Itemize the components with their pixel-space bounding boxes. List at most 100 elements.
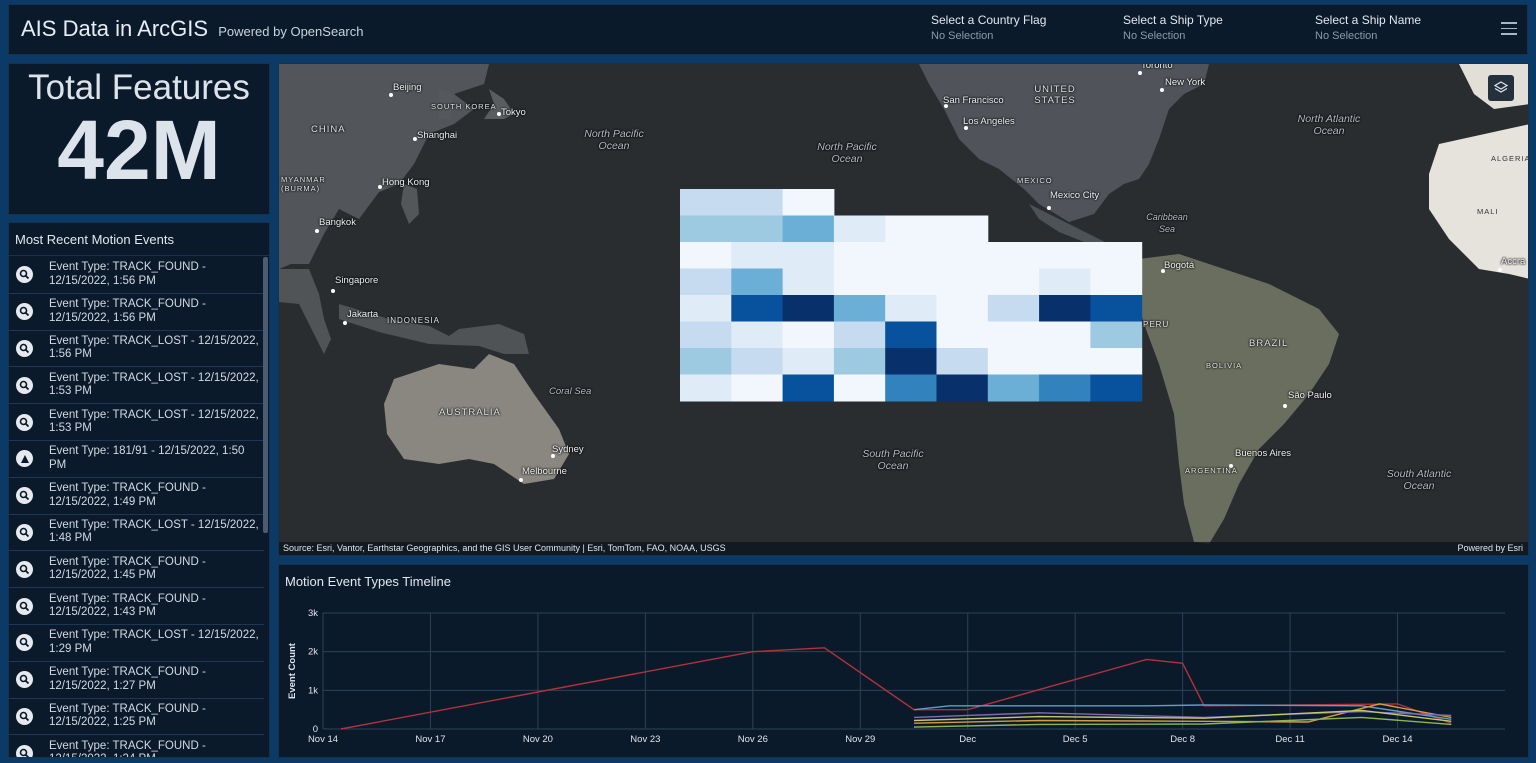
event-list-item[interactable]: Event Type: TRACK_FOUND - 12/15/2022, 1:… [9,735,264,757]
heatmap-cell[interactable] [833,242,886,269]
heatmap-cell[interactable] [680,321,732,349]
motion-events-list[interactable]: Event Type: TRACK_FOUND - 12/15/2022, 1:… [9,257,264,757]
search-icon [16,597,33,615]
map-label-accra: Accra [1501,256,1526,267]
heatmap-cell[interactable] [1090,242,1143,269]
country-flag-selector[interactable]: Select a Country Flag No Selection [931,13,1111,42]
heatmap-cell[interactable] [1039,321,1091,349]
heatmap-cell[interactable] [782,215,835,243]
event-list-item[interactable]: Event Type: TRACK_LOST - 12/15/2022, 1:5… [9,367,264,405]
event-list-item[interactable]: Event Type: TRACK_FOUND - 12/15/2022, 1:… [9,699,264,736]
heatmap-cell[interactable] [936,374,989,402]
event-list-item[interactable]: Event Type: TRACK_LOST - 12/15/2022, 1:5… [9,331,264,368]
heatmap-cell[interactable] [987,268,1040,296]
map-label-buenos-aires: Buenos Aires [1235,448,1291,459]
event-list-item[interactable]: Event Type: TRACK_FOUND - 12/15/2022, 1:… [9,551,264,589]
heatmap-cell[interactable] [936,348,989,375]
heatmap-cell[interactable] [1039,348,1091,375]
heatmap-cell[interactable] [833,215,886,243]
heatmap-cell[interactable] [987,295,1040,322]
hamburger-menu-icon[interactable] [1501,22,1517,36]
app-title-text: AIS Data in ArcGIS [21,16,209,41]
heatmap-cell[interactable] [1090,348,1143,375]
heatmap-cell[interactable] [731,295,784,322]
heatmap-cell[interactable] [987,321,1040,349]
heatmap-cell[interactable] [1090,321,1143,349]
heatmap-cell[interactable] [936,242,989,269]
heatmap-cell[interactable] [680,268,732,296]
heatmap-cell[interactable] [680,189,732,216]
heatmap-cell[interactable] [1090,295,1143,322]
event-list-item[interactable]: Event Type: TRACK_FOUND - 12/15/2022, 1:… [9,478,264,515]
heatmap-cell[interactable] [680,215,732,243]
heatmap-cell[interactable] [731,348,784,375]
heatmap-cell[interactable] [680,374,732,402]
app-header: AIS Data in ArcGIS Powered by OpenSearch… [8,4,1528,55]
ship-name-selector[interactable]: Select a Ship Name No Selection [1315,13,1495,42]
heatmap-cell[interactable] [885,348,937,375]
event-list-item[interactable]: Event Type: TRACK_FOUND - 12/15/2022, 1:… [9,662,264,699]
event-list-item[interactable]: Event Type: TRACK_FOUND - 12/15/2022, 1:… [9,257,264,294]
heatmap-cell[interactable] [936,268,989,296]
heatmap-cell[interactable] [885,374,937,402]
heatmap-cell[interactable] [782,189,835,216]
layers-button[interactable] [1488,75,1514,101]
heatmap-cell[interactable] [1039,374,1091,402]
heatmap-cell[interactable] [885,295,937,322]
heatmap-cell[interactable] [731,215,784,243]
heatmap-cell[interactable] [885,268,937,296]
heatmap-cell[interactable] [885,215,937,243]
heatmap-cell[interactable] [1039,268,1091,296]
heatmap-cell[interactable] [782,374,835,402]
search-icon [16,266,33,284]
heatmap-cell[interactable] [936,321,989,349]
search-icon [16,707,33,725]
heatmap-cell[interactable] [680,295,732,322]
heatmap-cell[interactable] [833,268,886,296]
heatmap-cell[interactable] [782,321,835,349]
heatmap-cell[interactable] [731,268,784,296]
heatmap-cell[interactable] [833,348,886,375]
map-label-united-states: UNITED STATES [1034,84,1076,106]
heatmap-cell[interactable] [987,374,1040,402]
heatmap-cell[interactable] [1090,268,1143,296]
heatmap-cell[interactable] [731,242,784,269]
heatmap-cell[interactable] [680,242,732,269]
heatmap-cell[interactable] [731,321,784,349]
heatmap-cell[interactable] [1039,295,1091,322]
heatmap-cell[interactable] [987,242,1040,269]
event-text: Event Type: TRACK_LOST - 12/15/2022, 1:5… [49,371,259,398]
map-label-melbourne: Melbourne [522,466,567,477]
event-list-item[interactable]: Event Type: TRACK_LOST - 12/15/2022, 1:5… [9,404,264,441]
heatmap-cell[interactable] [680,348,732,375]
heatmap-cell[interactable] [936,215,989,243]
event-list-item[interactable]: Event Type: TRACK_FOUND - 12/15/2022, 1:… [9,294,264,331]
heatmap-cell[interactable] [885,321,937,349]
heatmap-cell[interactable] [987,348,1040,375]
heatmap-cell[interactable] [833,295,886,322]
heatmap-cell[interactable] [885,242,937,269]
map-view[interactable]: Beijing SOUTH KOREA Tokyo CHINA Shanghai… [278,63,1529,556]
heatmap-cell[interactable] [731,374,784,402]
map-label-toronto: Toronto [1141,63,1173,71]
timeline-chart[interactable]: 01k2k3kNov 14 Nov 17 Nov 20 Nov 23 Nov 26 Nov… [279,595,1528,757]
event-list-item[interactable]: Event Type: TRACK_FOUND - 12/15/2022, 1:… [9,588,264,625]
heatmap-cell[interactable] [1090,374,1143,402]
event-list-item[interactable]: Event Type: 181/91 - 12/15/2022, 1:50 PM [9,441,264,478]
heatmap-cell[interactable] [782,268,835,296]
map-label-north-pacific-2: North Pacific Ocean [817,141,877,165]
event-list-item[interactable]: Event Type: TRACK_LOST - 12/15/2022, 1:4… [9,515,264,552]
heatmap-cell[interactable] [833,321,886,349]
heatmap-cell[interactable] [1039,242,1091,269]
heatmap-cell[interactable] [782,242,835,269]
map-label-indonesia: INDONESIA [387,316,441,325]
powered-by-esri[interactable]: Powered by Esri [1457,543,1523,553]
heatmap-cell[interactable] [731,189,784,216]
ship-type-selector[interactable]: Select a Ship Type No Selection [1123,13,1303,42]
event-list-item[interactable]: Event Type: TRACK_LOST - 12/15/2022, 1:2… [9,625,264,662]
heatmap-cell[interactable] [936,295,989,322]
heatmap-cell[interactable] [833,374,886,402]
heatmap-cell[interactable] [782,295,835,322]
events-scrollbar[interactable] [263,257,268,533]
heatmap-cell[interactable] [782,348,835,375]
